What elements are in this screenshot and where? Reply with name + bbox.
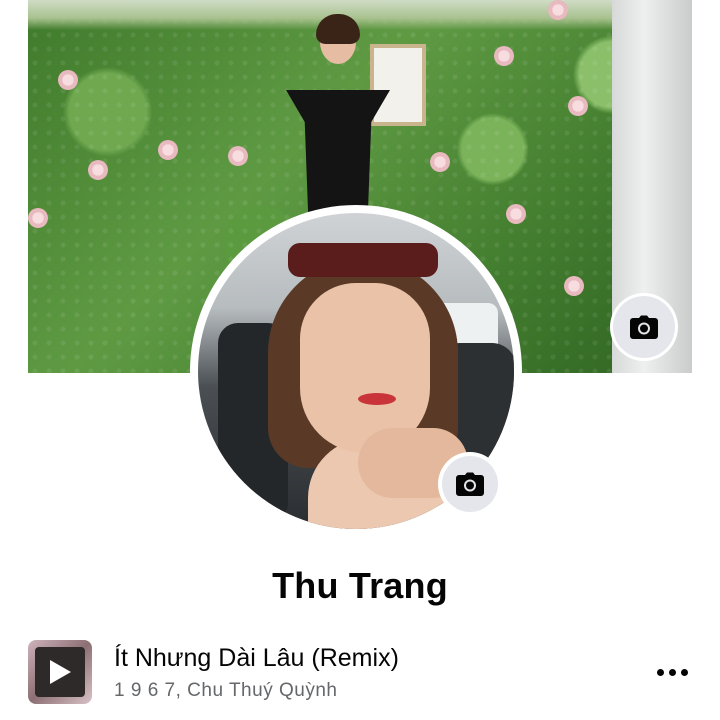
sunglasses — [288, 243, 438, 277]
flower-decoration — [548, 0, 568, 20]
music-cover — [35, 647, 85, 697]
more-options-button[interactable] — [652, 660, 692, 684]
music-thumbnail[interactable] — [28, 640, 92, 704]
edit-profile-picture-button[interactable] — [442, 456, 498, 512]
flower-decoration — [430, 152, 450, 172]
flower-decoration — [564, 276, 584, 296]
more-dots-icon — [656, 668, 664, 676]
play-icon — [50, 660, 71, 684]
profile-name: Thu Trang — [272, 565, 448, 606]
flower-decoration — [58, 70, 78, 90]
more-dots-icon — [680, 668, 688, 676]
camera-icon — [456, 472, 484, 496]
flower-decoration — [568, 96, 588, 116]
flower-decoration — [88, 160, 108, 180]
more-dots-icon — [668, 668, 676, 676]
flower-decoration — [506, 204, 526, 224]
edit-cover-photo-button[interactable] — [613, 296, 675, 358]
flower-decoration — [158, 140, 178, 160]
cover-person — [268, 8, 408, 238]
flower-decoration — [28, 208, 48, 228]
camera-icon — [630, 315, 658, 339]
flower-decoration — [494, 46, 514, 66]
avatar-lips — [358, 393, 396, 405]
flower-decoration — [228, 146, 248, 166]
song-title[interactable]: Ít Nhưng Dài Lâu (Remix) — [114, 644, 399, 673]
song-artist: 1 9 6 7, Chu Thuý Quỳnh — [114, 680, 338, 701]
